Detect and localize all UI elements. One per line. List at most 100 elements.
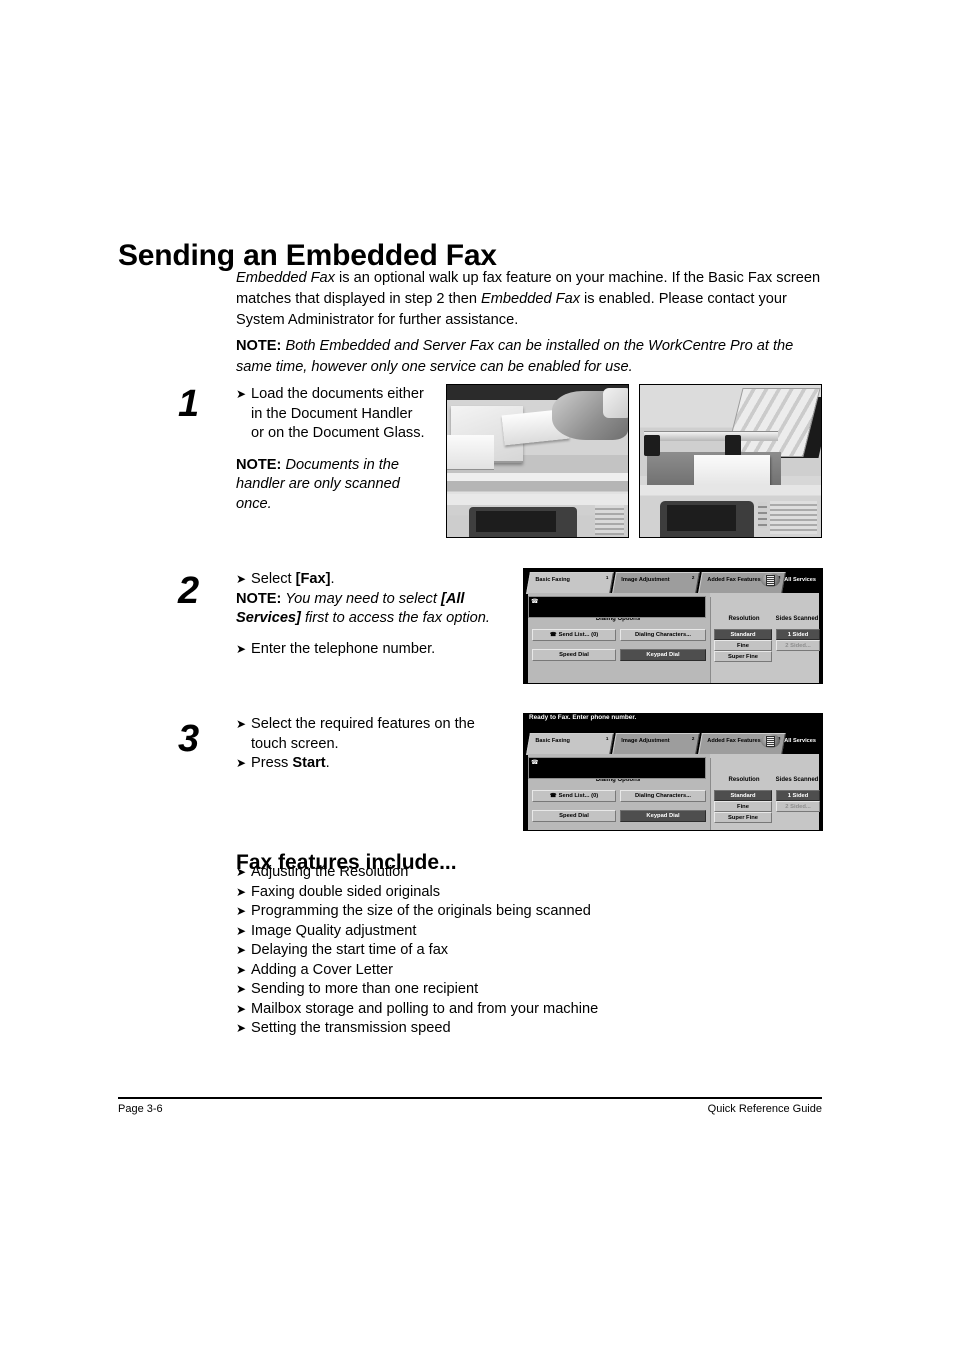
tab-image-adjustment[interactable]: Image Adjustment 2 <box>612 733 700 754</box>
step-2-select-prefix: Select <box>251 571 296 587</box>
feature-item-label: Mailbox storage and polling to and from … <box>251 1000 599 1017</box>
button-speed-dial[interactable]: Speed Dial <box>532 810 616 822</box>
button-sides-two-sided[interactable]: 2 Sided... <box>776 640 820 651</box>
photo1-output-tray <box>447 435 495 470</box>
all-services-icon-glyph <box>766 574 776 586</box>
step-2-select-suffix: . <box>330 571 335 587</box>
button-keypad-dial[interactable]: Keypad Dial <box>620 649 706 661</box>
tab-basic-faxing-label: Basic Faxing <box>535 577 570 583</box>
bullet-arrow-icon: ➤ <box>236 1021 247 1035</box>
button-resolution-fine[interactable]: Fine <box>714 640 772 651</box>
photo1-keypad <box>595 505 625 536</box>
tab-basic-faxing[interactable]: Basic Faxing 1 <box>526 733 614 755</box>
step-2-bullet-1-text: Select [Fax]. <box>251 570 506 590</box>
button-sides-one-sided[interactable]: 1 Sided <box>776 629 820 640</box>
bullet-arrow-icon: ➤ <box>236 884 247 899</box>
intro-emphasis-2: Embedded Fax <box>481 291 580 307</box>
button-speed-dial[interactable]: Speed Dial <box>532 649 616 661</box>
bullet-arrow-icon: ➤ <box>236 923 247 938</box>
photo2-rail <box>643 430 778 441</box>
step-1-text: ➤ Load the documents either in the Docum… <box>236 385 426 514</box>
step-1-number: 1 <box>178 383 200 425</box>
fax-status-text: Ready to Fax. Enter phone number. <box>529 714 637 721</box>
list-item: ➤ Adjusting the Resolution <box>236 863 816 883</box>
list-item: ➤ Delaying the start time of a fax <box>236 941 816 961</box>
photo2-clamp-right <box>725 435 742 457</box>
all-services-label: All Services <box>784 576 816 583</box>
button-resolution-fine[interactable]: Fine <box>714 801 772 812</box>
feature-item-label: Delaying the start time of a fax <box>251 942 449 958</box>
intro-paragraph: Embedded Fax is an optional walk up fax … <box>236 268 826 331</box>
bullet-arrow-icon: ➤ <box>236 962 247 977</box>
tab-image-adjustment-label: Image Adjustment <box>621 577 670 583</box>
all-services-icon <box>761 573 781 587</box>
all-services-button[interactable]: All Services <box>761 573 816 587</box>
tab-basic-faxing-label: Basic Faxing <box>535 738 570 744</box>
step-3-text: ➤ Select the required features on the to… <box>236 715 501 774</box>
photo2-side-buttons <box>757 502 767 528</box>
footer-divider <box>118 1097 822 1099</box>
phone-icon: ☎ <box>549 632 557 638</box>
fax-screen-step3: Ready to Fax. Enter phone number. Basic … <box>523 713 823 831</box>
tab-image-adjustment[interactable]: Image Adjustment 2 <box>612 572 700 593</box>
photo-document-handler <box>446 384 629 538</box>
list-item: ➤ Programming the size of the originals b… <box>236 902 816 922</box>
button-sides-two-sided[interactable]: 2 Sided... <box>776 801 820 812</box>
bullet-arrow-icon: ➤ <box>236 387 247 401</box>
button-send-list[interactable]: ☎ Send List... (0) <box>532 790 616 802</box>
document-page: Sending an Embedded Fax Embedded Fax is … <box>0 0 954 1351</box>
bullet-arrow-icon: ➤ <box>236 1001 247 1016</box>
button-resolution-super-fine[interactable]: Super Fine <box>714 812 772 823</box>
bullet-arrow-icon: ➤ <box>236 943 247 957</box>
label-sides-scanned: Sides Scanned <box>775 616 819 622</box>
button-resolution-super-fine[interactable]: Super Fine <box>714 651 772 662</box>
footer-page-number: Page 3-6 <box>118 1103 163 1115</box>
phone-icon: ☎ <box>549 793 557 799</box>
bullet-arrow-icon: ➤ <box>236 572 247 586</box>
all-services-icon-glyph <box>766 735 776 747</box>
fax-pane-divider <box>710 758 711 830</box>
button-keypad-dial[interactable]: Keypad Dial <box>620 810 706 822</box>
phone-number-entry-field[interactable]: ☎ <box>528 757 706 779</box>
step-3-bullet-2: ➤ Press Start. <box>236 754 501 774</box>
intro-note-label: NOTE: <box>236 338 282 354</box>
step-2-text: ➤ Select [Fax]. NOTE: You may need to se… <box>236 570 506 659</box>
photo-document-glass <box>639 384 822 538</box>
button-resolution-standard[interactable]: Standard <box>714 790 772 801</box>
button-dialing-characters[interactable]: Dialing Characters... <box>620 629 706 641</box>
list-item: ➤ Setting the transmission speed <box>236 1019 816 1039</box>
phone-number-entry-field[interactable]: ☎ <box>528 596 706 618</box>
fax-screen-step2: Ready to Fax. Enter phone number. Basic … <box>523 568 823 684</box>
fax-screen-step3-content: Ready to Fax. Enter phone number. Basic … <box>524 714 822 830</box>
step-1-note: NOTE: Documents in the handler are only … <box>236 456 426 515</box>
step-3-start-key: Start <box>292 755 326 771</box>
photo2-touch-screen <box>667 505 736 531</box>
footer-guide-title: Quick Reference Guide <box>707 1103 822 1115</box>
bullet-arrow-icon: ➤ <box>236 904 247 918</box>
button-send-list-label: Send List... (0) <box>558 793 599 799</box>
step-2-bullet-2-text: Enter the telephone number. <box>251 640 436 657</box>
button-sides-one-sided[interactable]: 1 Sided <box>776 790 820 801</box>
feature-item-label: Image Quality adjustment <box>251 922 417 939</box>
list-item: ➤ Faxing double sided originals <box>236 883 816 903</box>
list-item: ➤ Sending to more than one recipient <box>236 980 816 1000</box>
list-item: ➤ Mailbox storage and polling to and from… <box>236 1000 816 1020</box>
step-2-note-part-2: first to access the fax option. <box>300 610 490 626</box>
step-2-note: NOTE: You may need to select [All Servic… <box>236 590 506 629</box>
all-services-icon <box>761 734 781 748</box>
button-send-list[interactable]: ☎ Send List... (0) <box>532 629 616 641</box>
step-2-fax-key: [Fax] <box>295 571 331 587</box>
step-3-press-prefix: Press <box>251 755 293 771</box>
button-dialing-characters[interactable]: Dialing Characters... <box>620 790 706 802</box>
photo-document-handler-content <box>447 385 628 537</box>
tab-basic-faxing[interactable]: Basic Faxing 1 <box>526 572 614 594</box>
bullet-arrow-icon: ➤ <box>236 641 247 656</box>
button-resolution-standard[interactable]: Standard <box>714 629 772 640</box>
all-services-button[interactable]: All Services <box>761 734 816 748</box>
phone-entry-icon: ☎ <box>531 599 539 605</box>
list-item: ➤ Image Quality adjustment <box>236 922 816 942</box>
label-resolution: Resolution <box>728 616 760 622</box>
photo-document-glass-content <box>640 385 821 537</box>
bullet-arrow-icon: ➤ <box>236 756 247 770</box>
feature-item-label: Sending to more than one recipient <box>251 981 479 997</box>
